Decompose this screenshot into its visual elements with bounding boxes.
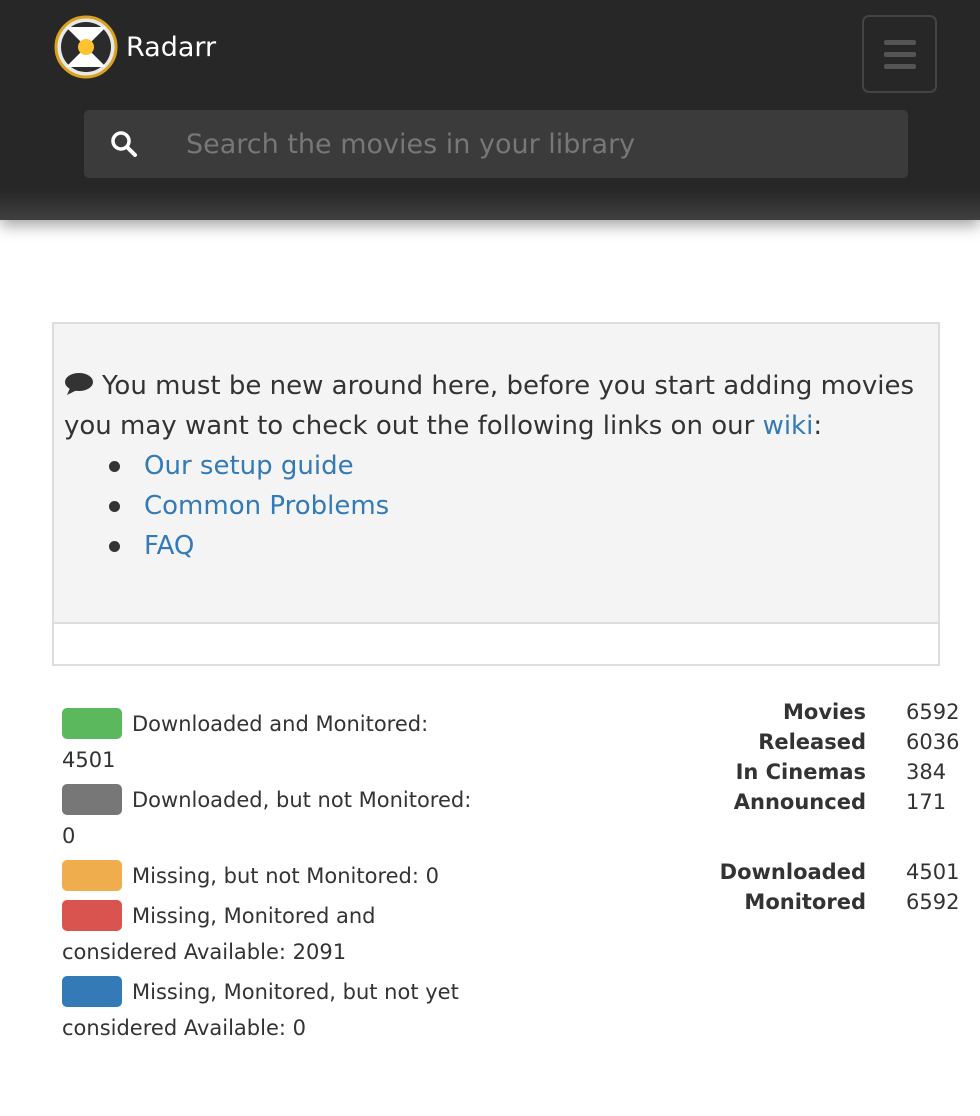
stat-label: Announced: [733, 790, 866, 814]
search-box[interactable]: [84, 110, 908, 178]
faq-link[interactable]: FAQ: [144, 531, 194, 561]
stat-value: 6592: [906, 890, 960, 914]
radarr-logo-icon: [54, 15, 118, 79]
search-input[interactable]: [186, 110, 906, 178]
list-item: Our setup guide: [108, 446, 928, 486]
legend-item-missing-available: Missing, Monitored and considered Availa…: [62, 898, 482, 970]
wiki-links-list: Our setup guide Common Problems FAQ: [64, 446, 928, 566]
search-icon: [84, 110, 164, 178]
stat-row-movies: Movies 6592: [700, 697, 970, 727]
menu-toggle-button[interactable]: [862, 15, 937, 93]
welcome-panel: You must be new around here, before you …: [52, 322, 940, 666]
stat-label: Released: [758, 730, 866, 754]
welcome-panel-body: You must be new around here, before you …: [54, 324, 938, 624]
stat-row-released: Released 6036: [700, 727, 970, 757]
legend-swatch: [62, 708, 122, 739]
legend-swatch: [62, 860, 122, 891]
stat-row-announced: Announced 171: [700, 787, 970, 817]
status-legend: Downloaded and Monitored: 4501 Downloade…: [62, 706, 482, 1050]
setup-guide-link[interactable]: Our setup guide: [144, 451, 354, 481]
hamburger-menu-icon: [883, 39, 916, 45]
stat-value: 6036: [906, 730, 960, 754]
wiki-link[interactable]: wiki: [763, 411, 814, 441]
hamburger-menu-icon: [883, 51, 916, 57]
chat-bubble-icon: [65, 373, 93, 395]
legend-label: Missing, but not Monitored: 0: [132, 864, 440, 888]
list-item: FAQ: [108, 526, 928, 566]
stat-value: 6592: [906, 700, 960, 724]
legend-swatch: [62, 900, 122, 931]
legend-item-missing-unmonitored: Missing, but not Monitored: 0: [62, 858, 482, 894]
welcome-intro-suffix: :: [813, 411, 823, 441]
legend-item-downloaded-unmonitored: Downloaded, but not Monitored: 0: [62, 782, 482, 854]
library-stats: Movies 6592 Released 6036 In Cinemas 384…: [700, 697, 970, 917]
legend-label: Downloaded, but not Monitored: 0: [62, 788, 472, 848]
legend-swatch: [62, 976, 122, 1007]
legend-item-downloaded-monitored: Downloaded and Monitored: 4501: [62, 706, 482, 778]
brand-name: Radarr: [126, 31, 217, 63]
stat-label: In Cinemas: [735, 760, 866, 784]
hamburger-menu-icon: [883, 63, 916, 69]
stat-row-monitored: Monitored 6592: [700, 887, 970, 917]
top-navbar: Radarr: [0, 0, 980, 220]
brand-link[interactable]: Radarr: [54, 15, 216, 79]
common-problems-link[interactable]: Common Problems: [144, 491, 389, 521]
welcome-message: You must be new around here, before you …: [64, 366, 928, 446]
list-item: Common Problems: [108, 486, 928, 526]
stat-value: 4501: [906, 860, 960, 884]
stat-row-downloaded: Downloaded 4501: [700, 857, 970, 887]
stat-divider: [700, 817, 970, 857]
legend-swatch: [62, 784, 122, 815]
stat-label: Monitored: [744, 890, 866, 914]
stat-value: 171: [906, 790, 947, 814]
stat-label: Downloaded: [719, 860, 866, 884]
legend-item-missing-not-available: Missing, Monitored, but not yet consider…: [62, 974, 482, 1046]
stat-label: Movies: [783, 700, 866, 724]
stat-value: 384: [906, 760, 947, 784]
stat-row-in-cinemas: In Cinemas 384: [700, 757, 970, 787]
